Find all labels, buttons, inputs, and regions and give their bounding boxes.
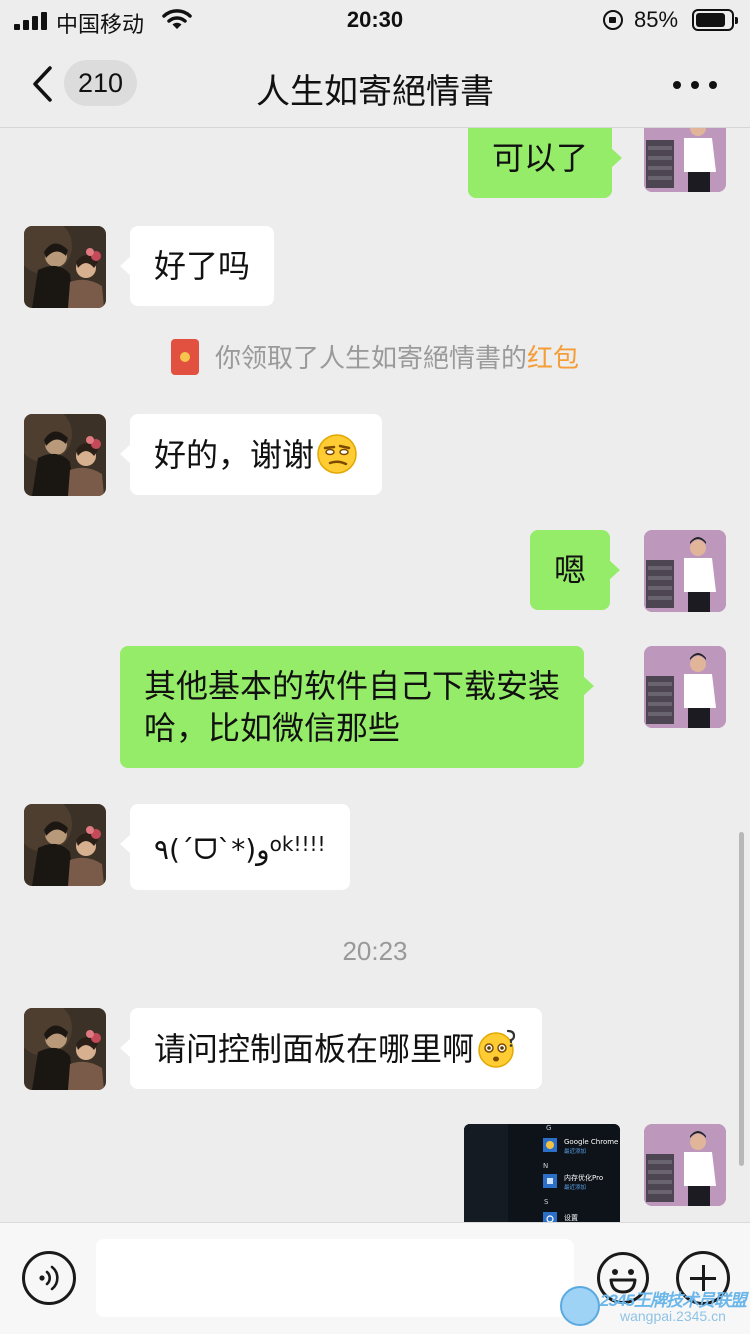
image-letter: N bbox=[543, 1162, 548, 1170]
contact-avatar[interactable] bbox=[24, 1008, 106, 1090]
image-app-name: 内存优化Pro bbox=[564, 1173, 603, 1182]
scrollbar[interactable] bbox=[739, 832, 744, 1166]
message-line: 哈，比如微信那些 bbox=[144, 710, 401, 746]
message-text: 好的，谢谢 bbox=[154, 437, 315, 473]
contact-avatar[interactable] bbox=[24, 226, 106, 308]
image-app-name: 设置 bbox=[564, 1213, 578, 1222]
battery-icon bbox=[692, 9, 738, 31]
message-line: 其他基本的软件自己下载安装 bbox=[144, 668, 561, 704]
unread-count-badge[interactable]: 210 bbox=[64, 60, 138, 106]
rotation-lock-icon bbox=[603, 10, 623, 30]
message-text: 请问控制面板在哪里啊 bbox=[154, 1031, 475, 1067]
outgoing-message-bubble[interactable]: 其他基本的软件自己下载安装 哈，比如微信那些 bbox=[120, 646, 595, 768]
red-packet-notice-text: 你领取了人生如寄絕情書的 bbox=[214, 343, 527, 373]
message-timestamp: 20:23 bbox=[342, 936, 408, 966]
incoming-message-bubble[interactable]: ٩(ˊᗜˋ*)وok!!!! bbox=[120, 804, 350, 890]
wifi-icon bbox=[162, 9, 192, 29]
image-letter: G bbox=[546, 1124, 551, 1132]
outgoing-message-bubble[interactable]: 嗯 bbox=[530, 530, 621, 610]
image-app-name: Google Chrome bbox=[564, 1138, 618, 1146]
outgoing-message-bubble[interactable]: 可以了 bbox=[468, 128, 623, 198]
signal-strength-icon bbox=[14, 12, 48, 30]
confused-emoji-icon bbox=[478, 1029, 516, 1068]
red-packet-link[interactable]: 红包 bbox=[527, 343, 579, 373]
carrier-name: 中国移动 bbox=[56, 12, 145, 37]
my-avatar[interactable] bbox=[644, 1124, 726, 1206]
incoming-message-bubble[interactable]: 好的，谢谢 bbox=[119, 414, 383, 495]
message-superscript: ok!!!! bbox=[269, 832, 326, 856]
watermark-logo bbox=[560, 1286, 600, 1326]
back-chevron-icon[interactable] bbox=[30, 66, 56, 102]
red-packet-icon bbox=[170, 339, 199, 375]
my-avatar[interactable] bbox=[644, 646, 726, 728]
incoming-message-bubble[interactable]: 好了吗 bbox=[119, 226, 275, 306]
smirk-emoji-icon bbox=[317, 434, 357, 474]
contact-avatar[interactable] bbox=[24, 804, 106, 886]
more-options-icon[interactable] bbox=[668, 66, 722, 100]
voice-icon bbox=[39, 1265, 59, 1291]
red-packet-notice: 你领取了人生如寄絕情書的红包 bbox=[0, 338, 750, 375]
watermark-url: wangpai.2345.cn bbox=[620, 1308, 726, 1324]
voice-input-button[interactable] bbox=[22, 1251, 76, 1305]
image-letter: S bbox=[544, 1198, 549, 1206]
incoming-message-bubble[interactable]: 请问控制面板在哪里啊 bbox=[119, 1008, 543, 1089]
message-input[interactable] bbox=[96, 1239, 574, 1317]
battery-percent: 85% bbox=[634, 7, 679, 32]
status-bar: 中国移动 20:30 85% bbox=[0, 0, 750, 40]
image-app-sub: 最近添加 bbox=[564, 1147, 586, 1155]
contact-avatar[interactable] bbox=[24, 414, 106, 496]
chat-header: 210 人生如寄絕情書 bbox=[0, 40, 750, 128]
my-avatar[interactable] bbox=[644, 128, 726, 192]
battery-fill bbox=[696, 13, 725, 27]
image-message[interactable]: G Google Chrome 最近添加 N 内存优化Pro 最近添加 S 设置 bbox=[464, 1124, 620, 1222]
image-app-sub: 最近添加 bbox=[564, 1183, 586, 1191]
message-text: ٩(ˊᗜˋ*)و bbox=[154, 833, 270, 866]
my-avatar[interactable] bbox=[644, 530, 726, 612]
message-list[interactable]: 可以了 好了吗 你领取了人生如寄絕情書的红包 好的，谢谢 嗯 其他基本的软件自己… bbox=[0, 128, 750, 1222]
watermark: 2345王牌技术员联盟 wangpai.2345.cn bbox=[560, 1282, 747, 1330]
